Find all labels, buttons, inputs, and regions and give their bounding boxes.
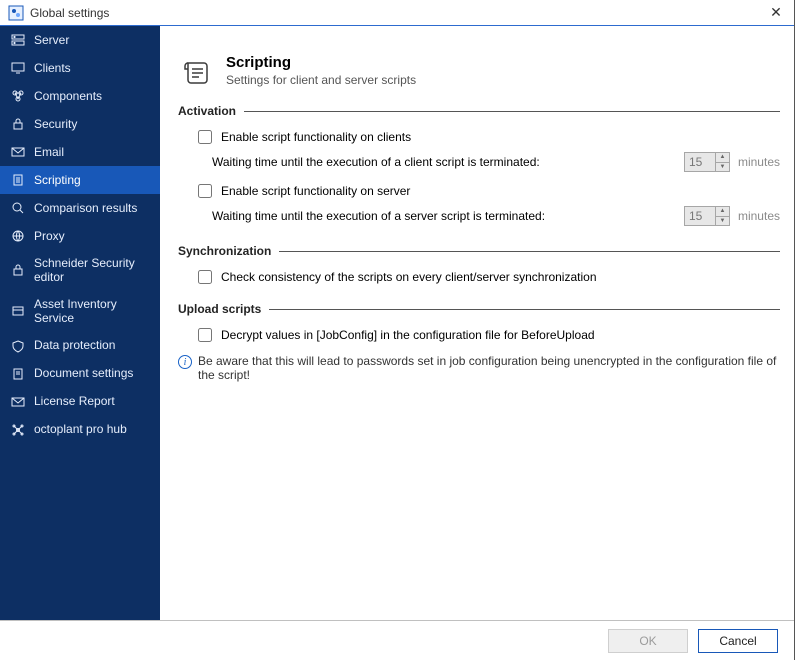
globe-icon <box>10 228 26 244</box>
main-panel: Scripting Settings for client and server… <box>160 26 794 620</box>
sidebar-item-license-report[interactable]: License Report <box>0 388 160 416</box>
spinner-up-icon[interactable]: ▲ <box>716 207 729 217</box>
sidebar-item-label: Proxy <box>34 229 150 243</box>
close-icon[interactable]: ✕ <box>766 4 786 21</box>
sidebar-item-label: Document settings <box>34 366 150 380</box>
ok-button[interactable]: OK <box>608 629 688 653</box>
sidebar-item-asset-inventory-service[interactable]: Asset Inventory Service <box>0 291 160 332</box>
components-icon <box>10 88 26 104</box>
server-icon <box>10 32 26 48</box>
scripting-header-icon <box>178 54 216 92</box>
page-subtitle: Settings for client and server scripts <box>226 73 416 87</box>
decrypt-values-label: Decrypt values in [JobConfig] in the con… <box>221 328 595 342</box>
server-wait-value: 15 <box>685 207 715 225</box>
sidebar-item-server[interactable]: Server <box>0 26 160 54</box>
section-title-upload-scripts: Upload scripts <box>178 302 261 316</box>
sidebar-item-document-settings[interactable]: Document settings <box>0 360 160 388</box>
sidebar-item-security[interactable]: Security <box>0 110 160 138</box>
shield-icon <box>10 338 26 354</box>
info-icon: i <box>178 355 192 369</box>
divider <box>244 111 780 112</box>
enable-script-server-checkbox[interactable] <box>198 184 212 198</box>
sidebar-item-octoplant-pro-hub[interactable]: octoplant pro hub <box>0 416 160 444</box>
client-wait-value: 15 <box>685 153 715 171</box>
window-title: Global settings <box>30 6 766 20</box>
compare-icon <box>10 200 26 216</box>
sidebar-item-label: Scripting <box>34 173 150 187</box>
sidebar-item-label: Asset Inventory Service <box>34 297 150 326</box>
email-icon <box>10 144 26 160</box>
spinner-down-icon[interactable]: ▼ <box>716 163 729 172</box>
sidebar-item-label: Comparison results <box>34 201 150 215</box>
section-title-activation: Activation <box>178 104 236 118</box>
lock-icon <box>10 116 26 132</box>
sidebar-item-proxy[interactable]: Proxy <box>0 222 160 250</box>
enable-script-server-label: Enable script functionality on server <box>221 184 410 198</box>
sidebar-item-scripting[interactable]: Scripting <box>0 166 160 194</box>
client-wait-spinner[interactable]: 15 ▲▼ <box>684 152 730 172</box>
client-wait-unit: minutes <box>738 155 780 169</box>
server-wait-unit: minutes <box>738 209 780 223</box>
divider <box>279 251 780 252</box>
server-wait-spinner[interactable]: 15 ▲▼ <box>684 206 730 226</box>
sidebar-item-clients[interactable]: Clients <box>0 54 160 82</box>
enable-script-clients-label: Enable script functionality on clients <box>221 130 411 144</box>
spinner-down-icon[interactable]: ▼ <box>716 217 729 226</box>
sidebar-item-label: octoplant pro hub <box>34 422 150 436</box>
section-synchronization: Synchronization Check consistency of the… <box>178 244 780 290</box>
sidebar-item-label: Clients <box>34 61 150 75</box>
decrypt-values-checkbox[interactable] <box>198 328 212 342</box>
sidebar-item-label: Schneider Security editor <box>34 256 150 285</box>
footer: OK Cancel <box>0 620 794 660</box>
upload-warning-text: Be aware that this will lead to password… <box>198 354 780 382</box>
sidebar-item-schneider-security-editor[interactable]: Schneider Security editor <box>0 250 160 291</box>
section-title-synchronization: Synchronization <box>178 244 271 258</box>
hub-icon <box>10 422 26 438</box>
app-icon <box>8 5 24 21</box>
sidebar-item-label: License Report <box>34 394 150 408</box>
sidebar-item-email[interactable]: Email <box>0 138 160 166</box>
sidebar-item-components[interactable]: Components <box>0 82 160 110</box>
section-activation: Activation Enable script functionality o… <box>178 104 780 232</box>
document-icon <box>10 366 26 382</box>
page-title: Scripting <box>226 54 416 71</box>
sidebar-item-label: Data protection <box>34 338 150 352</box>
check-consistency-checkbox[interactable] <box>198 270 212 284</box>
sidebar: Server Clients Components <box>0 26 160 620</box>
sidebar-item-label: Server <box>34 33 150 47</box>
sidebar-item-label: Security <box>34 117 150 131</box>
sidebar-item-label: Components <box>34 89 150 103</box>
title-bar: Global settings ✕ <box>0 0 794 26</box>
envelope-icon <box>10 394 26 410</box>
divider <box>269 309 780 310</box>
section-upload-scripts: Upload scripts Decrypt values in [JobCon… <box>178 302 780 382</box>
server-wait-label: Waiting time until the execution of a se… <box>212 209 545 223</box>
sidebar-item-data-protection[interactable]: Data protection <box>0 332 160 360</box>
enable-script-clients-checkbox[interactable] <box>198 130 212 144</box>
spinner-up-icon[interactable]: ▲ <box>716 153 729 163</box>
check-consistency-label: Check consistency of the scripts on ever… <box>221 270 597 284</box>
script-icon <box>10 172 26 188</box>
client-wait-label: Waiting time until the execution of a cl… <box>212 155 540 169</box>
monitor-icon <box>10 60 26 76</box>
sidebar-item-comparison-results[interactable]: Comparison results <box>0 194 160 222</box>
inventory-icon <box>10 303 26 319</box>
shield-lock-icon <box>10 262 26 278</box>
cancel-button[interactable]: Cancel <box>698 629 778 653</box>
sidebar-item-label: Email <box>34 145 150 159</box>
